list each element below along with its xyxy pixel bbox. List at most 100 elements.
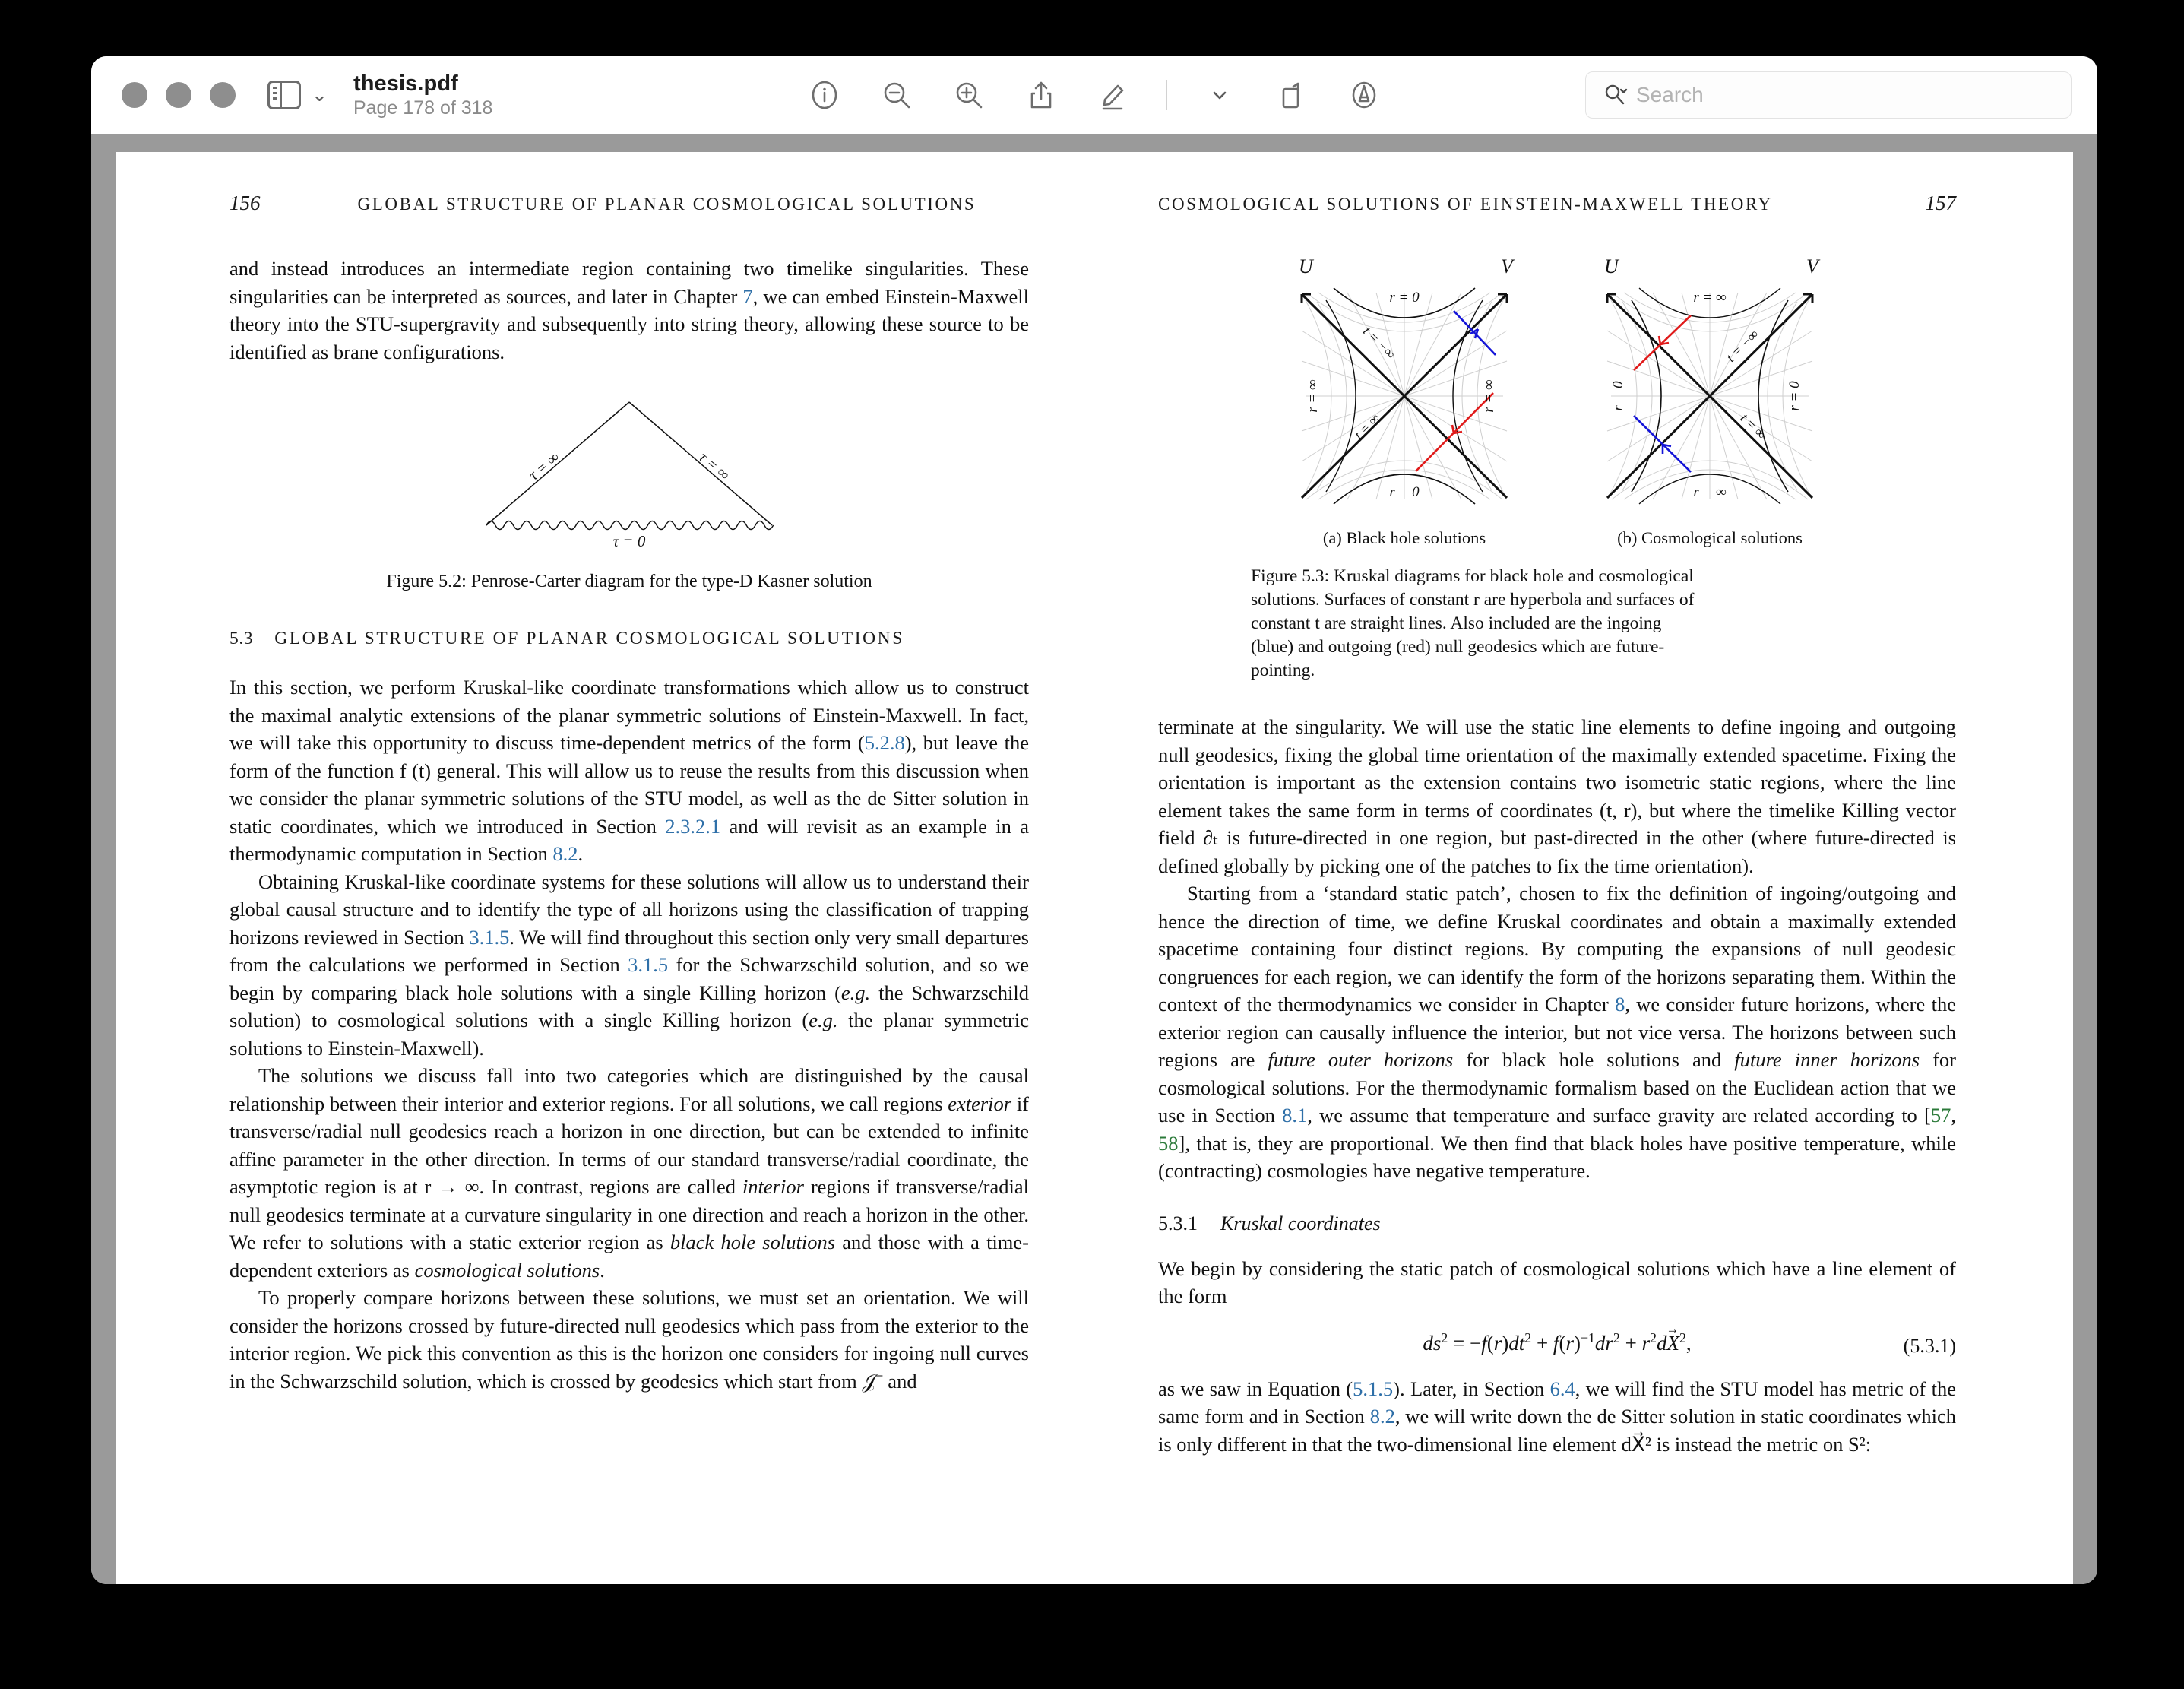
section-reference-link[interactable]: 2.3.2.1 — [665, 815, 720, 838]
label-r-infinity-top: r = ∞ — [1693, 290, 1726, 306]
text-run: , we assume that temperature and surface… — [1307, 1104, 1931, 1127]
emphasis-text: cosmological solutions — [414, 1258, 600, 1282]
toolbar-tools — [805, 75, 1384, 115]
left-page-column: 156 GLOBAL STRUCTURE OF PLANAR COSMOLOGI… — [150, 192, 1094, 1584]
right-paragraph-3: We begin by considering the static patch… — [1158, 1256, 1956, 1308]
page-indicator: Page 178 of 318 — [353, 97, 493, 119]
document-title: thesis.pdf — [353, 71, 458, 96]
left-running-title: GLOBAL STRUCTURE OF PLANAR COSMOLOGICAL … — [357, 195, 976, 214]
citation-link[interactable]: 58 — [1158, 1132, 1179, 1155]
label-tau-infinity-right: τ = ∞ — [696, 449, 733, 484]
chevron-down-icon[interactable]: ⌄ — [312, 85, 328, 105]
maximize-button[interactable] — [210, 82, 236, 108]
emphasis-text: e.g. — [840, 981, 871, 1004]
subsection-heading-5-3-1: 5.3.1 Kruskal coordinates — [1158, 1212, 1956, 1235]
equation-5-3-1: ds2 = −f(r)dt2 + f(r)−1dr2 + r2dX2, (5.3… — [1158, 1322, 1956, 1357]
zoom-out-button[interactable] — [877, 75, 916, 115]
section-reference-link[interactable]: 8.2 — [552, 842, 578, 865]
pdf-page-spread: 156 GLOBAL STRUCTURE OF PLANAR COSMOLOGI… — [116, 152, 2073, 1584]
sidebar-toggle-button[interactable]: ⌄ — [267, 80, 328, 110]
text-run: as we saw in Equation ( — [1158, 1377, 1353, 1400]
section-reference-link[interactable]: 3.1.5 — [628, 953, 668, 976]
text-run: The solutions we discuss fall into two c… — [229, 1064, 1029, 1115]
section-title: GLOBAL STRUCTURE OF PLANAR COSMOLOGICAL … — [274, 629, 904, 648]
search-magnifier-chevron-icon — [1605, 84, 1628, 105]
equation-reference-link[interactable]: 5.1.5 — [1353, 1377, 1393, 1400]
emphasis-text: future inner horizons — [1734, 1048, 1920, 1071]
label-tau-infinity-left: τ = ∞ — [526, 449, 563, 484]
label-r-infinity-left: r = ∞ — [1305, 379, 1321, 412]
pdf-viewer-window: ⌄ thesis.pdf Page 178 of 318 Search 156 … — [91, 56, 2097, 1584]
search-placeholder: Search — [1636, 83, 1704, 106]
chapter-reference-link[interactable]: 8 — [1615, 993, 1625, 1016]
text-run: ], that is, they are proportional. We th… — [1158, 1131, 1956, 1183]
section-heading-5-3: 5.3 GLOBAL STRUCTURE OF PLANAR COSMOLOGI… — [229, 629, 1029, 649]
text-run: , — [1951, 1104, 1956, 1127]
chapter-reference-link[interactable]: 7 — [742, 285, 752, 308]
close-button[interactable] — [122, 82, 147, 108]
markup-options-button[interactable] — [1200, 75, 1239, 115]
info-button[interactable] — [805, 75, 844, 115]
minimize-button[interactable] — [166, 82, 191, 108]
traffic-light-group — [122, 82, 236, 108]
section-reference-link[interactable]: 8.2 — [1370, 1405, 1395, 1428]
figure-5-3: U V r = 0 r = 0 r = ∞ r = ∞ t = −∞ t = ∞… — [1158, 255, 1956, 548]
subsection-title: Kruskal coordinates — [1220, 1212, 1381, 1234]
figure-5-3-subcaption-a: (a) Black hole solutions — [1322, 528, 1486, 547]
text-run: for black hole solutions and — [1453, 1048, 1735, 1071]
section-number: 5.3 — [229, 629, 254, 648]
left-paragraph-1: and instead introduces an intermediate r… — [229, 255, 1029, 366]
search-input[interactable]: Search — [1585, 71, 2072, 119]
figure-5-3-caption: Figure 5.3: Kruskal diagrams for black h… — [1251, 566, 1695, 680]
label-r-infinity-right: r = ∞ — [1481, 379, 1497, 412]
text-run: . — [600, 1258, 605, 1282]
penrose-carter-diagram: τ = ∞ τ = ∞ τ = 0 — [486, 401, 774, 550]
text-run: . — [578, 842, 584, 865]
label-tau-zero: τ = 0 — [613, 532, 646, 550]
section-reference-link[interactable]: 8.1 — [1282, 1104, 1307, 1127]
left-paragraph-5: To properly compare horizons between the… — [229, 1286, 1029, 1393]
right-paragraph-4: as we saw in Equation (5.1.5). Later, in… — [1158, 1375, 1956, 1459]
axis-label-u: U — [1604, 255, 1620, 277]
annotate-button[interactable] — [1344, 75, 1384, 115]
citation-link[interactable]: 57 — [1931, 1104, 1951, 1127]
left-running-head: 156 GLOBAL STRUCTURE OF PLANAR COSMOLOGI… — [229, 192, 1029, 215]
right-page-column: COSMOLOGICAL SOLUTIONS OF EINSTEIN-MAXWE… — [1094, 192, 2038, 1584]
left-paragraph-2: In this section, we perform Kruskal-like… — [229, 673, 1029, 868]
emphasis-text: interior — [742, 1175, 804, 1198]
desktop-background: ⌄ thesis.pdf Page 178 of 318 Search 156 … — [0, 0, 2184, 1689]
emphasis-text: e.g. — [809, 1009, 838, 1031]
label-r-infinity-bottom: r = ∞ — [1693, 484, 1726, 500]
document-scroll-area[interactable]: 156 GLOBAL STRUCTURE OF PLANAR COSMOLOGI… — [91, 134, 2097, 1584]
equation-number: (5.3.1) — [1903, 1334, 1956, 1357]
equation-body: ds2 = −f(r)dt2 + f(r)−1dr2 + r2dX2, — [1423, 1322, 1691, 1355]
zoom-in-button[interactable] — [949, 75, 989, 115]
label-t-minus-infinity: t = −∞ — [1723, 327, 1761, 365]
axis-label-u: U — [1299, 255, 1315, 277]
figure-5-2-caption: Figure 5.2: Penrose-Carter diagram for t… — [386, 572, 872, 591]
kruskal-diagram-black-hole: U V r = 0 r = 0 r = ∞ r = ∞ t = −∞ t = ∞ — [1299, 255, 1515, 505]
section-reference-link[interactable]: 6.4 — [1550, 1377, 1575, 1400]
share-button[interactable] — [1021, 75, 1061, 115]
right-paragraph-1: terminate at the singularity. We will us… — [1158, 715, 1956, 877]
section-reference-link[interactable]: 3.1.5 — [469, 926, 509, 949]
kruskal-diagram-cosmological: U V r = ∞ r = ∞ r = 0 r = 0 t = −∞ t = ∞ — [1604, 255, 1821, 505]
label-r-zero-bottom: r = 0 — [1389, 484, 1420, 500]
emphasis-text: exterior — [948, 1092, 1012, 1115]
axis-label-v: V — [1501, 255, 1515, 277]
subsection-number: 5.3.1 — [1158, 1212, 1198, 1234]
figure-5-2: τ = ∞ τ = ∞ τ = 0 Figure 5.2: Penrose-Ca… — [229, 391, 1029, 594]
right-paragraph-2: Starting from a ‘standard static patch’,… — [1158, 879, 1956, 1185]
label-r-zero-top: r = 0 — [1389, 290, 1420, 306]
window-titlebar: ⌄ thesis.pdf Page 178 of 318 Search — [91, 56, 2097, 134]
rotate-button[interactable] — [1272, 75, 1312, 115]
markup-button[interactable] — [1094, 75, 1133, 115]
toolbar-divider — [1166, 80, 1167, 110]
label-t-infinity: t = ∞ — [1351, 410, 1383, 442]
kruskal-diagram-panel-a: U V r = 0 r = 0 r = ∞ r = ∞ t = −∞ t = ∞… — [1279, 255, 1530, 548]
sidebar-toggle-icon — [267, 80, 301, 110]
equation-reference-link[interactable]: 5.2.8 — [865, 731, 905, 754]
right-running-head: COSMOLOGICAL SOLUTIONS OF EINSTEIN-MAXWE… — [1158, 192, 1956, 215]
label-r-zero-right: r = 0 — [1787, 381, 1803, 411]
right-folio: 157 — [1925, 192, 1957, 214]
